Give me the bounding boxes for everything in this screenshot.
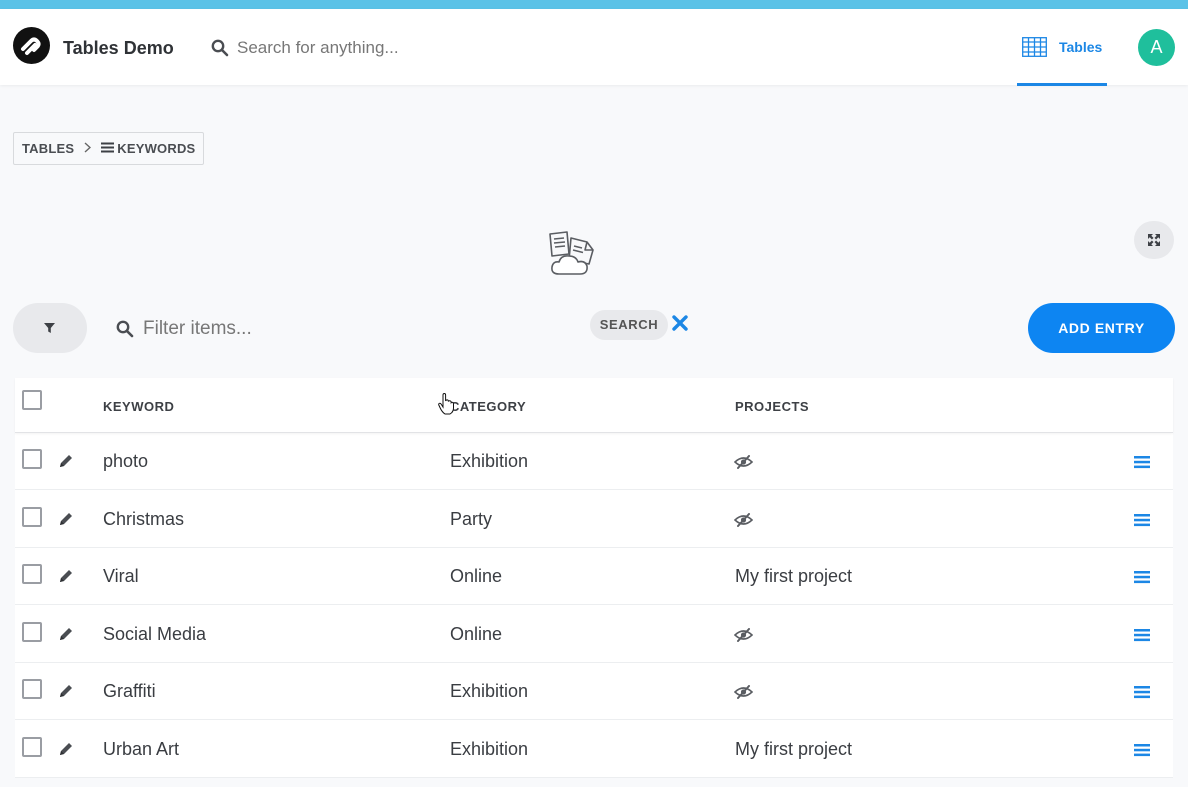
nav-tables[interactable]: Tables — [1017, 9, 1107, 86]
row-menu-icon[interactable] — [1134, 570, 1150, 589]
app-title: Tables Demo — [63, 38, 174, 58]
app-logo-icon[interactable] — [13, 27, 50, 64]
row-checkbox[interactable] — [22, 736, 42, 757]
search-chip[interactable]: SEARCH — [590, 310, 668, 340]
menu-lines-icon — [101, 141, 115, 156]
chevron-right-icon — [84, 141, 92, 156]
cell-projects[interactable]: My first project — [735, 739, 852, 760]
top-header: Tables Demo Tables A — [0, 9, 1188, 86]
cell-category: Exhibition — [450, 681, 529, 701]
cell-category: Online — [450, 623, 503, 644]
user-avatar[interactable]: A — [1138, 29, 1175, 66]
top-accent-stripe — [0, 0, 1188, 9]
row-menu-icon[interactable] — [1134, 455, 1150, 474]
filter-toggle-button[interactable] — [13, 303, 87, 353]
breadcrumb: TABLES KEYWORDS — [13, 132, 205, 165]
cell-category: Exhibition — [450, 738, 529, 759]
pencil-icon[interactable] — [58, 568, 74, 589]
cell-projects[interactable]: My first project — [735, 566, 852, 587]
add-entry-button[interactable]: ADD ENTRY — [1028, 303, 1175, 353]
table-grid-icon — [1022, 37, 1047, 57]
hand-cursor-icon — [438, 393, 454, 415]
pencil-icon[interactable] — [58, 511, 74, 532]
cell-keyword: Christmas — [103, 508, 185, 529]
cell-keyword: photo — [103, 451, 149, 471]
row-menu-icon[interactable] — [1134, 743, 1150, 762]
documents-cloud-icon — [549, 231, 594, 275]
table-row[interactable]: Social Media Online — [15, 606, 1173, 663]
cell-category: Party — [450, 508, 493, 529]
row-menu-icon[interactable] — [1134, 628, 1150, 647]
eye-slash-icon — [733, 512, 754, 532]
cell-keyword: Social Media — [103, 623, 207, 644]
breadcrumb-current: KEYWORDS — [117, 141, 196, 156]
row-checkbox[interactable] — [22, 506, 42, 527]
active-tab-indicator — [1017, 83, 1107, 86]
table-row[interactable]: photo Exhibition — [15, 433, 1173, 490]
row-checkbox[interactable] — [22, 564, 42, 584]
global-search-input[interactable] — [237, 34, 537, 62]
select-all-checkbox[interactable] — [22, 390, 42, 410]
cell-category: Online — [450, 566, 503, 586]
search-icon — [116, 320, 134, 338]
pencil-icon[interactable] — [58, 741, 74, 762]
column-header-keyword[interactable]: KEYWORD — [103, 399, 174, 414]
search-icon — [211, 39, 229, 57]
cell-keyword: Viral — [103, 566, 139, 586]
table-header: KEYWORD CATEGORY PROJECTS — [15, 378, 1173, 433]
cell-keyword: Urban Art — [103, 738, 180, 759]
column-header-projects[interactable]: PROJECTS — [735, 399, 809, 414]
keywords-table: KEYWORD CATEGORY PROJECTS photo Exhibitio… — [15, 378, 1173, 778]
pencil-icon[interactable] — [58, 683, 74, 704]
row-checkbox[interactable] — [22, 449, 42, 469]
row-menu-icon[interactable] — [1134, 685, 1150, 704]
expand-button[interactable] — [1134, 221, 1174, 259]
table-row[interactable]: Urban Art Exhibition My first project — [15, 721, 1173, 778]
eye-slash-icon — [733, 455, 754, 474]
filter-items-input[interactable] — [143, 315, 443, 343]
row-menu-icon[interactable] — [1134, 513, 1150, 532]
row-checkbox[interactable] — [22, 621, 42, 642]
pencil-icon[interactable] — [58, 626, 74, 647]
pencil-icon[interactable] — [58, 453, 74, 474]
eye-slash-icon — [733, 627, 754, 647]
row-checkbox[interactable] — [22, 679, 42, 699]
expand-arrows-icon — [1148, 234, 1160, 246]
eye-slash-icon — [733, 685, 754, 704]
close-icon[interactable] — [672, 314, 688, 332]
cell-keyword: Graffiti — [103, 681, 156, 701]
table-row[interactable]: Viral Online My first project — [15, 548, 1173, 605]
cell-category: Exhibition — [450, 451, 529, 471]
table-row[interactable]: Christmas Party — [15, 491, 1173, 548]
table-row[interactable]: Graffiti Exhibition — [15, 663, 1173, 720]
column-header-category[interactable]: CATEGORY — [450, 399, 526, 414]
breadcrumb-root[interactable]: TABLES — [22, 141, 74, 156]
funnel-icon — [44, 323, 55, 333]
nav-tables-label: Tables — [1059, 39, 1103, 55]
